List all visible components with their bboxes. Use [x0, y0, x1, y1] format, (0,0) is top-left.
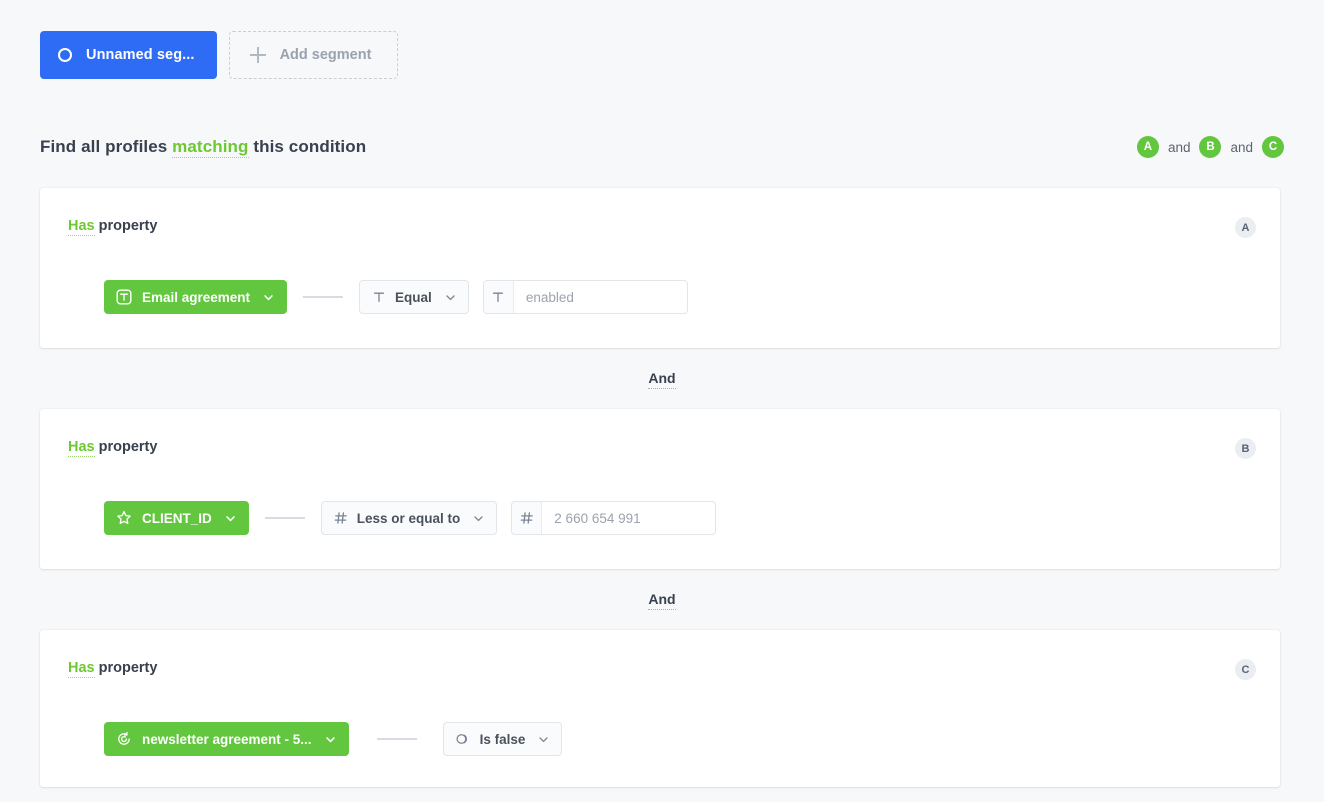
add-segment-button[interactable]: Add segment [229, 31, 399, 79]
condition-card-header: Hasproperty [68, 218, 157, 234]
property-name: CLIENT_ID [142, 511, 212, 526]
has-selector[interactable]: Has [68, 439, 95, 457]
operator-label: Equal [395, 290, 432, 305]
condition-card-header: Hasproperty [68, 439, 157, 455]
operator-label: Is false [480, 732, 526, 747]
boolean-toggle-icon [456, 732, 471, 746]
condition-card-letter: A [1235, 217, 1256, 238]
operator-selector[interactable]: Equal [359, 280, 469, 314]
value-input-placeholder: enabled [514, 290, 586, 305]
and-separator: And [0, 591, 1324, 607]
chevron-down-icon [225, 513, 236, 524]
chevron-down-icon [538, 734, 549, 745]
property-name: newsletter agreement - 5... [142, 732, 312, 747]
property-selector[interactable]: CLIENT_ID [104, 501, 249, 535]
condition-heading-row: Find all profiles matching this conditio… [40, 136, 1284, 158]
value-input[interactable]: enabled [483, 280, 688, 314]
chevron-down-icon [445, 292, 456, 303]
property-selector[interactable]: Email agreement [104, 280, 287, 314]
page-title: Find all profiles matching this conditio… [40, 137, 366, 157]
has-selector[interactable]: Has [68, 218, 95, 236]
condition-row: Email agreement Equal [104, 280, 688, 314]
badge-joiner-2: and [1230, 140, 1253, 155]
condition-card: Hasproperty B CLIENT_ID [40, 409, 1280, 569]
segment-builder-page: Unnamed seg... Add segment Find all prof… [0, 0, 1324, 802]
condition-badge-b[interactable]: B [1199, 136, 1221, 158]
and-separator-label[interactable]: And [648, 370, 675, 389]
text-type-icon [116, 289, 132, 305]
property-name: Email agreement [142, 290, 250, 305]
heading-suffix: this condition [253, 137, 366, 156]
heading-prefix: Find all profiles [40, 137, 167, 156]
and-separator: And [0, 370, 1324, 386]
number-type-icon [512, 502, 542, 534]
segment-tab-bar: Unnamed seg... Add segment [40, 31, 398, 79]
value-input-placeholder: 2 660 654 991 [542, 511, 652, 526]
text-type-icon [484, 281, 514, 313]
chevron-down-icon [473, 513, 484, 524]
condition-badge-row: A and B and C [1137, 136, 1284, 158]
add-segment-label: Add segment [280, 47, 372, 63]
condition-row: newsletter agreement - 5... Is false [104, 722, 562, 756]
circle-outline-icon [58, 48, 72, 62]
condition-card-letter: C [1235, 659, 1256, 680]
condition-card: Hasproperty A Email agreement [40, 188, 1280, 348]
number-type-icon [334, 511, 348, 525]
condition-type-label: property [99, 218, 158, 234]
operator-selector[interactable]: Is false [443, 722, 563, 756]
operator-label: Less or equal to [357, 511, 461, 526]
badge-joiner-1: and [1168, 140, 1191, 155]
condition-type-label: property [99, 439, 158, 455]
condition-badge-a[interactable]: A [1137, 136, 1159, 158]
segment-tab-label: Unnamed seg... [86, 47, 195, 63]
condition-row: CLIENT_ID Less or equal to [104, 501, 716, 535]
row-connector-line [377, 738, 417, 740]
matching-link[interactable]: matching [172, 137, 248, 158]
text-type-icon [372, 290, 386, 304]
star-icon [116, 510, 132, 526]
condition-type-label: property [99, 660, 158, 676]
spiral-refresh-icon [116, 731, 132, 747]
plus-icon [250, 47, 266, 63]
row-connector-line [303, 296, 343, 298]
condition-card-letter: B [1235, 438, 1256, 459]
operator-selector[interactable]: Less or equal to [321, 501, 498, 535]
and-separator-label[interactable]: And [648, 591, 675, 610]
condition-card-header: Hasproperty [68, 660, 157, 676]
condition-badge-c[interactable]: C [1262, 136, 1284, 158]
chevron-down-icon [325, 734, 336, 745]
value-input[interactable]: 2 660 654 991 [511, 501, 716, 535]
chevron-down-icon [263, 292, 274, 303]
condition-card: Hasproperty C newsletter agreement - 5..… [40, 630, 1280, 787]
has-selector[interactable]: Has [68, 660, 95, 678]
row-connector-line [265, 517, 305, 519]
property-selector[interactable]: newsletter agreement - 5... [104, 722, 349, 756]
segment-tab-active[interactable]: Unnamed seg... [40, 31, 217, 79]
